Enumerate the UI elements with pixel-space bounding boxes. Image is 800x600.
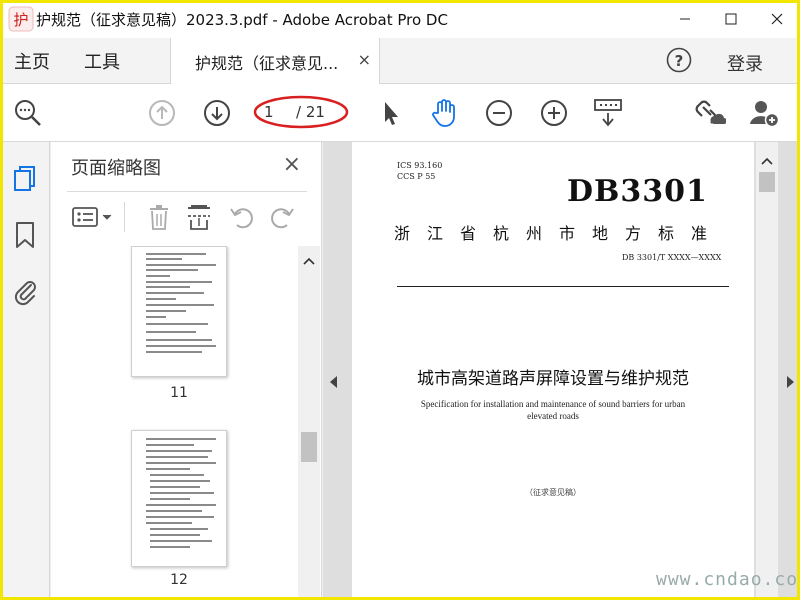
thumbnail-scrollbar-thumb[interactable] xyxy=(301,432,317,462)
close-icon xyxy=(771,13,783,25)
collapse-left-panel-icon[interactable] xyxy=(328,374,340,390)
toolbar-divider xyxy=(124,202,125,232)
document-tab[interactable]: 护规范（征求意见... × xyxy=(170,38,380,84)
help-button[interactable]: ? xyxy=(666,47,692,77)
rotate-right-icon[interactable] xyxy=(267,202,299,232)
page-thumbnail-12[interactable] xyxy=(131,430,227,567)
doc-scroll-up-arrow-icon[interactable] xyxy=(756,152,778,170)
thumbnail-list: 11 12 xyxy=(51,246,296,600)
panel-divider xyxy=(67,191,307,192)
scroll-mode-icon[interactable] xyxy=(592,97,624,129)
pdf-page: ICS 93.160 CCS P 55 DB3301 浙江省杭州市地方标准 DB… xyxy=(352,142,754,600)
extract-page-icon[interactable] xyxy=(183,202,215,232)
hand-tool-icon[interactable] xyxy=(428,97,460,129)
options-list-icon xyxy=(72,207,112,227)
panel-close-icon[interactable]: × xyxy=(283,152,301,177)
watermark-text: www.cndao.com xyxy=(656,569,800,590)
share-link-icon[interactable] xyxy=(694,97,726,129)
ics-code: ICS 93.160 CCS P 55 xyxy=(397,161,443,181)
svg-text:护: 护 xyxy=(13,11,28,29)
maximize-icon xyxy=(725,13,737,25)
draft-label: （征求意见稿） xyxy=(525,488,581,497)
page-thumbnails-panel: 页面缩略图 × 11 12 xyxy=(51,142,322,600)
left-nav-rail xyxy=(0,142,50,600)
page-up-icon[interactable] xyxy=(146,97,178,129)
login-button[interactable]: 登录 xyxy=(727,50,763,76)
delete-page-icon[interactable] xyxy=(143,202,175,232)
page-thumbnails-icon[interactable] xyxy=(12,164,38,192)
toolbar xyxy=(0,84,800,142)
menu-tools[interactable]: 工具 xyxy=(84,48,120,74)
minimize-button[interactable] xyxy=(662,0,708,38)
svg-text:?: ? xyxy=(675,52,684,70)
zoom-out-icon[interactable] xyxy=(483,97,515,129)
page-thumbnail-11[interactable] xyxy=(131,246,227,377)
red-annotation-ellipse xyxy=(253,95,349,129)
attachments-icon[interactable] xyxy=(12,276,38,306)
add-user-icon[interactable] xyxy=(748,97,780,129)
standard-organization: 浙江省杭州市地方标准 xyxy=(394,224,725,243)
document-title-cn: 城市高架道路声屏障设置与维护规范 xyxy=(417,369,689,389)
panel-title: 页面缩略图 xyxy=(71,158,161,179)
document-tab-close-icon[interactable]: × xyxy=(358,50,371,69)
db-mark: DB3301 xyxy=(567,174,708,209)
document-scrollbar-thumb[interactable] xyxy=(759,172,775,192)
app-logo-icon: 护 xyxy=(6,4,36,34)
header-rule xyxy=(397,286,729,287)
thumbnail-scrollbar[interactable] xyxy=(298,246,320,600)
thumbnail-options-menu[interactable] xyxy=(71,202,115,232)
zoom-search-icon[interactable] xyxy=(12,97,44,129)
close-window-button[interactable] xyxy=(754,0,800,38)
thumbnail-page-number: 12 xyxy=(170,572,188,588)
window-title: 护规范（征求意见稿）2023.3.pdf - Adobe Acrobat Pro… xyxy=(36,10,448,29)
bookmarks-icon[interactable] xyxy=(12,220,38,248)
standard-code: DB 3301/T XXXX—XXXX xyxy=(622,253,722,262)
help-icon: ? xyxy=(666,47,692,73)
rotate-left-icon[interactable] xyxy=(225,202,257,232)
minimize-icon xyxy=(680,18,690,20)
collapse-right-panel-icon[interactable] xyxy=(784,374,796,390)
scroll-up-arrow-icon[interactable] xyxy=(298,252,320,270)
zoom-in-icon[interactable] xyxy=(538,97,570,129)
document-scrollbar[interactable] xyxy=(756,142,778,600)
maximize-button[interactable] xyxy=(708,0,754,38)
thumbnail-page-number: 11 xyxy=(170,385,188,401)
document-tab-label: 护规范（征求意见... xyxy=(195,54,339,73)
document-title-en: Specification for installation and maint… xyxy=(420,399,686,421)
menu-home[interactable]: 主页 xyxy=(14,48,50,74)
title-bar: 护 护规范（征求意见稿）2023.3.pdf - Adobe Acrobat P… xyxy=(0,0,800,38)
select-cursor-icon[interactable] xyxy=(374,97,406,129)
page-down-icon[interactable] xyxy=(201,97,233,129)
